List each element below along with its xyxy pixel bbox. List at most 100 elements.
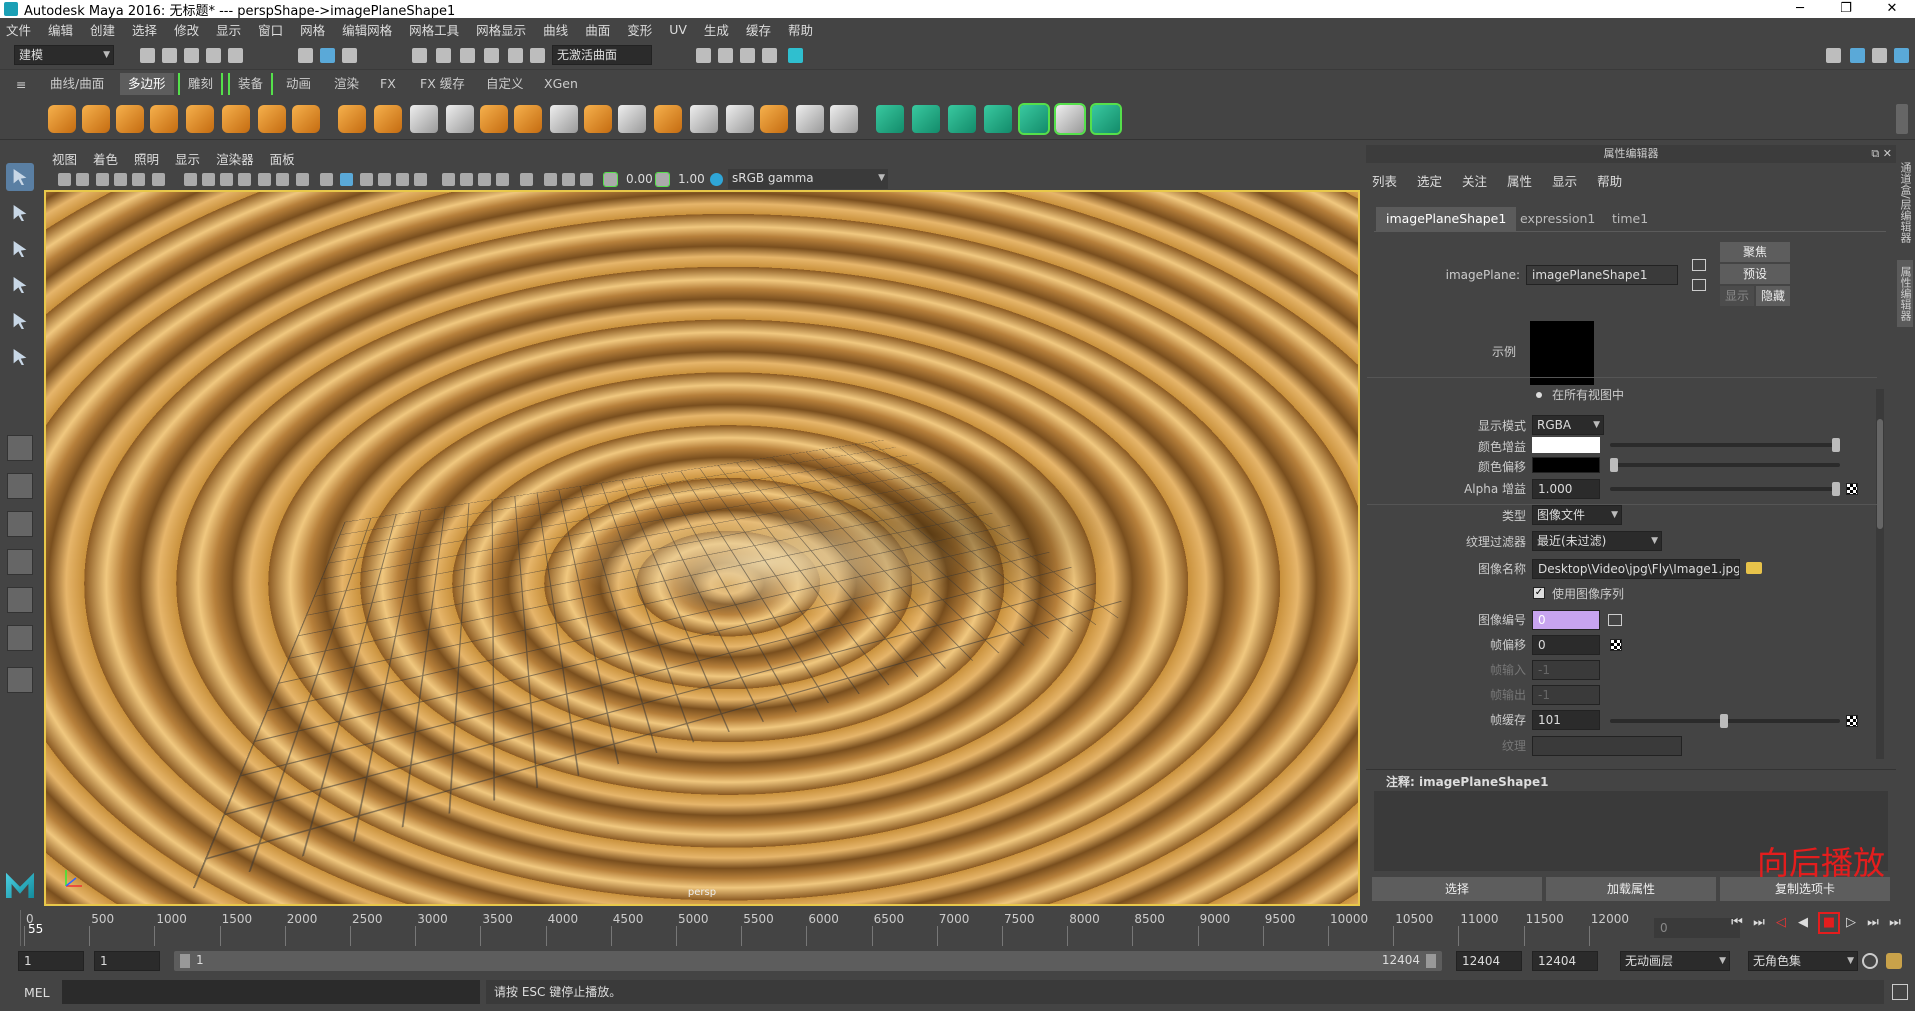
ae-menu-list[interactable]: 列表 <box>1372 171 1397 190</box>
bookmark-icon[interactable] <box>96 173 109 186</box>
channel-box-toggle-icon[interactable] <box>1894 48 1909 63</box>
start-time-field[interactable]: 1 <box>18 951 84 971</box>
outliner-layout-icon[interactable] <box>7 549 33 575</box>
combine-icon[interactable] <box>338 105 366 133</box>
smooth-icon[interactable] <box>446 105 474 133</box>
menu-edit[interactable]: 编辑 <box>48 20 73 39</box>
vp-menu-renderer[interactable]: 渲染器 <box>216 149 254 168</box>
tab-sculpting[interactable]: 雕刻 <box>178 73 224 95</box>
cylindrical-mapping-icon[interactable] <box>948 105 976 133</box>
xray-components-icon[interactable] <box>580 173 593 186</box>
tab-rigging[interactable]: 装备 <box>228 73 274 95</box>
snap-view-plane-icon[interactable] <box>484 48 499 63</box>
menu-uv[interactable]: UV <box>669 22 687 37</box>
output-connection-icon[interactable] <box>1692 279 1706 291</box>
two-pane-layout-icon[interactable] <box>7 511 33 537</box>
type-dropdown[interactable]: 图像文件 ▼ <box>1532 505 1622 525</box>
hide-button[interactable]: 隐藏 <box>1756 286 1790 306</box>
color-offset-slider-knob[interactable] <box>1610 458 1618 472</box>
alpha-gain-slider[interactable] <box>1610 487 1840 491</box>
vp-menu-shading[interactable]: 着色 <box>93 149 118 168</box>
bridge-icon[interactable] <box>618 105 646 133</box>
texture-field[interactable] <box>1532 736 1682 756</box>
frame-cache-map-icon[interactable] <box>1846 715 1858 727</box>
poly-plane-icon[interactable] <box>186 105 214 133</box>
shadows-icon[interactable] <box>414 173 427 186</box>
film-gate-icon[interactable] <box>202 173 215 186</box>
tab-fx[interactable]: FX <box>372 73 404 95</box>
menu-generate[interactable]: 生成 <box>704 20 729 39</box>
two-d-pan-icon[interactable] <box>132 173 145 186</box>
color-gain-slider-knob[interactable] <box>1832 438 1840 452</box>
safe-title-icon[interactable] <box>296 173 309 186</box>
tab-expression1[interactable]: expression1 <box>1510 207 1605 231</box>
end-time-field[interactable]: 12404 <box>1456 951 1522 971</box>
image-name-field[interactable]: Desktop\Video\jpg\Fly\Image1.jpg <box>1532 559 1740 579</box>
ae-menu-selected[interactable]: 选定 <box>1417 171 1442 190</box>
anti-aliasing-icon[interactable] <box>478 173 491 186</box>
graph-editor-layout-icon[interactable] <box>7 587 33 613</box>
use-image-sequence-checkbox[interactable]: ✓ <box>1533 587 1545 599</box>
offset-edge-loop-icon[interactable] <box>726 105 754 133</box>
reduce-icon[interactable] <box>514 105 542 133</box>
shelf-scroll-icon[interactable] <box>1896 104 1908 134</box>
new-scene-icon[interactable] <box>140 48 155 63</box>
bevel-icon[interactable] <box>654 105 682 133</box>
poly-torus-icon[interactable] <box>222 105 250 133</box>
frame-cache-slider-knob[interactable] <box>1720 714 1728 728</box>
single-pane-layout-icon[interactable] <box>7 435 33 461</box>
open-scene-icon[interactable] <box>162 48 177 63</box>
automatic-mapping-icon[interactable] <box>1018 103 1050 135</box>
frame-out-field[interactable]: -1 <box>1532 685 1600 705</box>
anim-start-field[interactable]: 1 <box>94 951 160 971</box>
time-slider[interactable]: 0 500 1000 1500 2000 2500 3000 3500 4000 4500 5000… <box>0 908 1915 948</box>
poly-cylinder-icon[interactable] <box>116 105 144 133</box>
exposure-icon[interactable] <box>603 172 618 187</box>
default-material-icon[interactable] <box>360 173 373 186</box>
snap-curve-icon[interactable] <box>436 48 451 63</box>
view-transform-dropdown[interactable]: sRGB gamma ▼ <box>728 169 888 189</box>
alpha-gain-field[interactable]: 1.000 <box>1532 479 1600 499</box>
color-management-icon[interactable] <box>710 173 723 186</box>
tab-fx-caching[interactable]: FX 缓存 <box>412 73 473 95</box>
range-bar[interactable]: 1 12404 <box>174 951 1442 971</box>
menu-edit-mesh[interactable]: 编辑网格 <box>342 20 392 39</box>
select-hierarchy-icon[interactable] <box>298 48 313 63</box>
separate-icon[interactable] <box>374 105 402 133</box>
radio-all-views-icon[interactable] <box>1536 392 1542 398</box>
menu-display[interactable]: 显示 <box>216 20 241 39</box>
vp-menu-view[interactable]: 视图 <box>52 149 77 168</box>
poly-pyramid-icon[interactable] <box>258 105 286 133</box>
shelf-menu-icon[interactable]: ≡ <box>16 74 26 96</box>
use-all-lights-icon[interactable] <box>396 173 409 186</box>
menu-deform[interactable]: 变形 <box>627 20 652 39</box>
character-set-dropdown[interactable]: 无角色集 ▼ <box>1748 951 1858 971</box>
attributes-scrollbar[interactable] <box>1876 389 1884 759</box>
menu-set-dropdown[interactable]: 建模 ▼ <box>14 45 114 65</box>
tool-settings-icon[interactable] <box>1872 48 1887 63</box>
select-tool-icon[interactable] <box>6 163 34 191</box>
tab-polygons[interactable]: 多边形 <box>120 73 174 95</box>
tab-attribute-editor[interactable]: 属性编辑器 <box>1897 260 1913 327</box>
smooth-shade-icon[interactable] <box>340 173 353 186</box>
vp-menu-lighting[interactable]: 照明 <box>134 149 159 168</box>
ipr-render-icon[interactable] <box>740 48 755 63</box>
menu-file[interactable]: 文件 <box>6 20 31 39</box>
tab-rendering[interactable]: 渲染 <box>326 73 367 95</box>
tab-animation[interactable]: 动画 <box>278 73 319 95</box>
presets-button[interactable]: 预设 <box>1720 264 1790 284</box>
color-gain-swatch[interactable] <box>1532 437 1600 453</box>
close-button[interactable]: ✕ <box>1869 0 1915 18</box>
texture-filter-dropdown[interactable]: 最近(未过滤) ▼ <box>1532 531 1662 551</box>
restore-button[interactable]: ❐ <box>1823 0 1869 18</box>
color-gain-slider[interactable] <box>1610 443 1840 447</box>
load-attributes-button[interactable]: 加载属性 <box>1546 877 1716 901</box>
color-offset-swatch[interactable] <box>1532 457 1600 473</box>
fill-hole-icon[interactable] <box>796 105 824 133</box>
snap-grid-icon[interactable] <box>412 48 427 63</box>
layout-more-icon[interactable] <box>7 667 33 693</box>
range-start-handle[interactable] <box>180 954 190 968</box>
vp-menu-panels[interactable]: 面板 <box>270 149 295 168</box>
menu-mesh-tools[interactable]: 网格工具 <box>409 20 459 39</box>
gamma-icon[interactable] <box>655 172 670 187</box>
